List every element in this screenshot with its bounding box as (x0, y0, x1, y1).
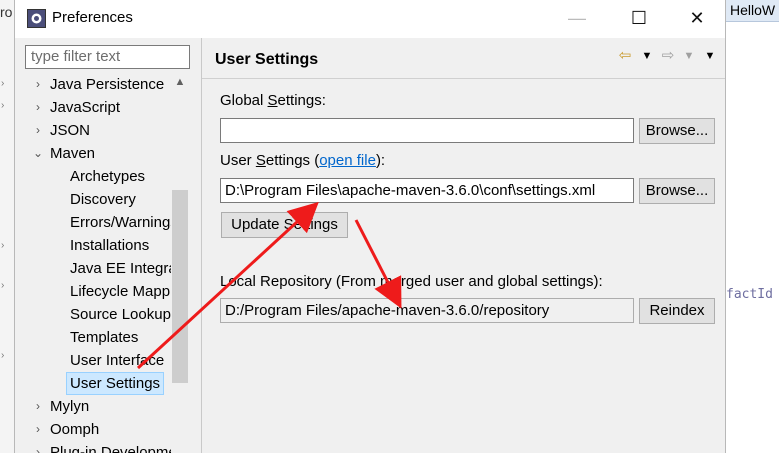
expand-arrow-icon[interactable]: › (31, 73, 45, 96)
tree-item-label: Java Persistence (50, 76, 165, 93)
expand-arrow-icon[interactable]: › (31, 119, 45, 142)
tree-item[interactable]: › JavaScript (15, 96, 171, 119)
tree-item[interactable]: Installations (15, 234, 171, 257)
window-title: Preferences (52, 9, 133, 26)
user-settings-label: User Settings (open file): (220, 152, 386, 169)
tree-item[interactable]: Errors/Warnings (15, 211, 171, 234)
forward-dropdown-icon[interactable]: ▼ (681, 48, 697, 64)
tree-item-label: Installations (70, 237, 150, 254)
tree-item[interactable]: › Plug-in Development (15, 441, 171, 453)
collapse-arrow-icon[interactable]: ⌄ (31, 142, 45, 165)
tree-item[interactable]: Templates (15, 326, 171, 349)
scroll-up-icon[interactable]: ▲ (171, 73, 189, 91)
tree-item[interactable]: › Java Persistence (15, 73, 171, 96)
minimize-button[interactable]: — (549, 0, 605, 36)
tree-item-label: Templates (70, 329, 139, 346)
editor-tab[interactable]: HelloW (726, 0, 779, 22)
title-bar: Preferences — ☐ ✕ (15, 0, 725, 38)
expand-arrow-icon[interactable]: › (31, 441, 45, 453)
close-button[interactable]: ✕ (669, 0, 725, 36)
tree-item[interactable]: User Interface (15, 349, 171, 372)
tree-item-label: User Settings (66, 372, 165, 395)
maximize-icon: ☐ (630, 7, 648, 28)
ide-background-right: HelloW factId (726, 0, 779, 453)
tree-item-label: JavaScript (50, 99, 121, 116)
forward-arrow-icon[interactable]: ⇨ (660, 48, 676, 64)
ide-text-fragment: ro (0, 4, 13, 20)
maximize-button[interactable]: ☐ (611, 0, 667, 36)
global-settings-input[interactable] (220, 118, 634, 143)
editor-code-fragment: factId (726, 287, 773, 302)
tree-item-label: Errors/Warnings (70, 214, 171, 231)
scrollbar-thumb[interactable] (172, 190, 188, 383)
filter-input[interactable]: type filter text (25, 45, 190, 69)
tree-item-label: Source Lookup (70, 306, 171, 323)
back-arrow-icon[interactable]: ⇦ (617, 48, 633, 64)
global-settings-label: Global Settings: (220, 92, 326, 109)
close-icon: ✕ (689, 7, 705, 28)
reindex-button[interactable]: Reindex (639, 298, 715, 324)
pane-divider[interactable] (201, 38, 202, 453)
tree-item-label: JSON (50, 122, 91, 139)
tree-item-label: Lifecycle Mappings (70, 283, 171, 300)
tree-item-label: Mylyn (50, 398, 90, 415)
tree-item[interactable]: › Mylyn (15, 395, 171, 418)
tree-item-label: Maven (50, 145, 96, 162)
tree-item-label: Java EE Integration (70, 260, 171, 277)
user-settings-input[interactable]: D:\Program Files\apache-maven-3.6.0\conf… (220, 178, 634, 203)
tree-item[interactable]: Java EE Integration (15, 257, 171, 280)
preferences-dialog: Preferences — ☐ ✕ type filter text › Java… (14, 0, 726, 453)
local-repository-field: D:/Program Files/apache-maven-3.6.0/repo… (220, 298, 634, 323)
ide-marker-icon: › (1, 280, 5, 291)
ide-marker-icon: › (1, 240, 5, 251)
tree-scrollbar[interactable]: ▲ (171, 73, 189, 453)
tree-item[interactable]: › Oomph (15, 418, 171, 441)
preferences-tree: › Java Persistence › JavaScript › JSON ⌄ Maven A… (15, 73, 171, 453)
tree-item-label: Archetypes (70, 168, 146, 185)
page-title: User Settings (215, 51, 319, 68)
ide-marker-icon: › (1, 78, 5, 89)
expand-arrow-icon[interactable]: › (31, 96, 45, 119)
view-menu-icon[interactable]: ▼ (702, 48, 718, 64)
tree-item-label: Oomph (50, 421, 100, 438)
tree-item[interactable]: User Settings (15, 372, 171, 395)
eclipse-app-icon (27, 9, 46, 28)
tree-item-label: User Interface (70, 352, 165, 369)
global-browse-button[interactable]: Browse... (639, 118, 715, 144)
tree-item-label: Discovery (70, 191, 136, 208)
open-file-link[interactable]: open file (319, 152, 376, 169)
expand-arrow-icon[interactable]: › (31, 418, 45, 441)
tree-item[interactable]: › JSON (15, 119, 171, 142)
minimize-icon: — (568, 7, 586, 28)
ide-marker-icon: › (1, 100, 5, 111)
tree-item[interactable]: Archetypes (15, 165, 171, 188)
user-browse-button[interactable]: Browse... (639, 178, 715, 204)
ide-marker-icon: › (1, 350, 5, 361)
back-dropdown-icon[interactable]: ▼ (639, 48, 655, 64)
header-divider (202, 78, 725, 79)
update-settings-button[interactable]: Update Settings (221, 212, 348, 238)
tree-item[interactable]: Source Lookup (15, 303, 171, 326)
tree-item[interactable]: Discovery (15, 188, 171, 211)
expand-arrow-icon[interactable]: › (31, 395, 45, 418)
tree-item[interactable]: Lifecycle Mappings (15, 280, 171, 303)
local-repository-label: Local Repository (From merged user and g… (220, 273, 603, 290)
ide-background-left: ro › › › › › (0, 0, 14, 453)
tree-item[interactable]: ⌄ Maven (15, 142, 171, 165)
tree-item-label: Plug-in Development (50, 444, 171, 453)
